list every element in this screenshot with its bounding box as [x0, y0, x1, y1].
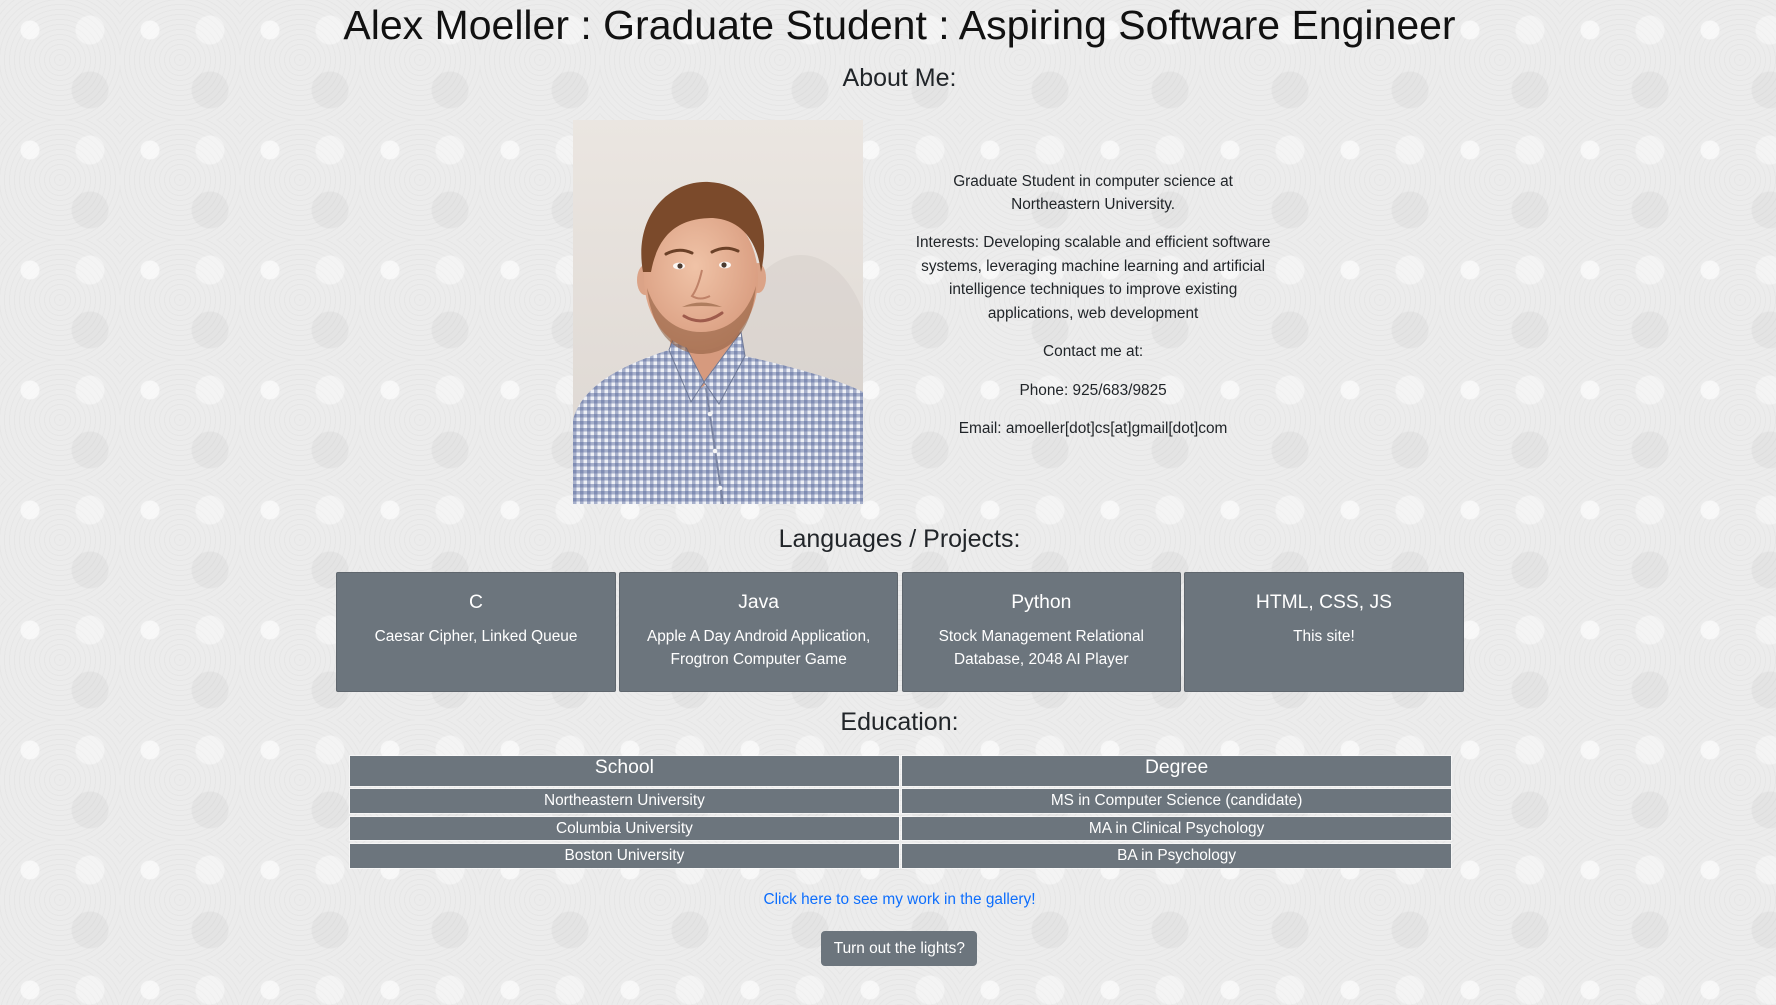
card-projects: This site!: [1293, 628, 1355, 646]
project-card-web: HTML, CSS, JS This site!: [1184, 572, 1464, 693]
email-text: Email: amoeller[dot]cs[at]gmail[dot]com: [958, 420, 1228, 438]
page-title: Alex Moeller : Graduate Student : Aspiri…: [343, 2, 1456, 48]
profile-photo: [573, 120, 864, 505]
page: Alex Moeller : Graduate Student : Aspiri…: [0, 0, 1776, 1005]
project-card-c: C Caesar Cipher, Linked Queue: [336, 572, 616, 693]
card-projects: Caesar Cipher, Linked Queue: [374, 628, 578, 646]
about-text: Graduate Student in computer science at …: [911, 170, 1275, 456]
contact-label: Contact me at:: [1043, 343, 1144, 361]
languages-heading: Languages / Projects:: [778, 525, 1021, 554]
column-header-degree: Degree: [902, 755, 1451, 787]
card-language: Java: [738, 592, 780, 613]
card-projects: Stock Management Relational Database, 20…: [938, 628, 1144, 668]
profile-photo-image: [573, 120, 864, 505]
table-cell-school: Columbia University: [350, 816, 899, 841]
gallery-link-row: Click here to see my work in the gallery…: [23, 888, 1776, 911]
card-language: HTML, CSS, JS: [1255, 592, 1392, 613]
table-cell-degree: MS in Computer Science (candidate): [902, 789, 1451, 814]
table-cell-school: Boston University: [350, 843, 899, 868]
table-cell-degree: MA in Clinical Psychology: [902, 816, 1451, 841]
table-cell-school: Northeastern University: [350, 789, 899, 814]
column-header-school: School: [350, 755, 899, 787]
card-projects: Apple A Day Android Application, Frogtro…: [646, 628, 871, 668]
lights-toggle-button[interactable]: Turn out the lights?: [821, 931, 978, 967]
card-language: Python: [1011, 592, 1072, 613]
education-heading: Education:: [840, 707, 959, 736]
project-card-java: Java Apple A Day Android Application, Fr…: [619, 572, 899, 693]
table-cell-degree: BA in Psychology: [902, 843, 1451, 868]
interests-text: Interests: Developing scalable and effic…: [915, 234, 1271, 322]
project-cards: C Caesar Cipher, Linked Queue Java Apple…: [336, 572, 1464, 693]
education-table: School Degree Northeastern University MS…: [350, 755, 1451, 868]
about-heading: About Me:: [842, 64, 957, 93]
card-language: C: [469, 592, 483, 613]
gallery-link[interactable]: Click here to see my work in the gallery…: [763, 891, 1035, 908]
bio-text: Graduate Student in computer science at …: [953, 172, 1233, 213]
phone-text: Phone: 925/683/9825: [1019, 381, 1167, 399]
project-card-python: Python Stock Management Relational Datab…: [901, 572, 1181, 693]
